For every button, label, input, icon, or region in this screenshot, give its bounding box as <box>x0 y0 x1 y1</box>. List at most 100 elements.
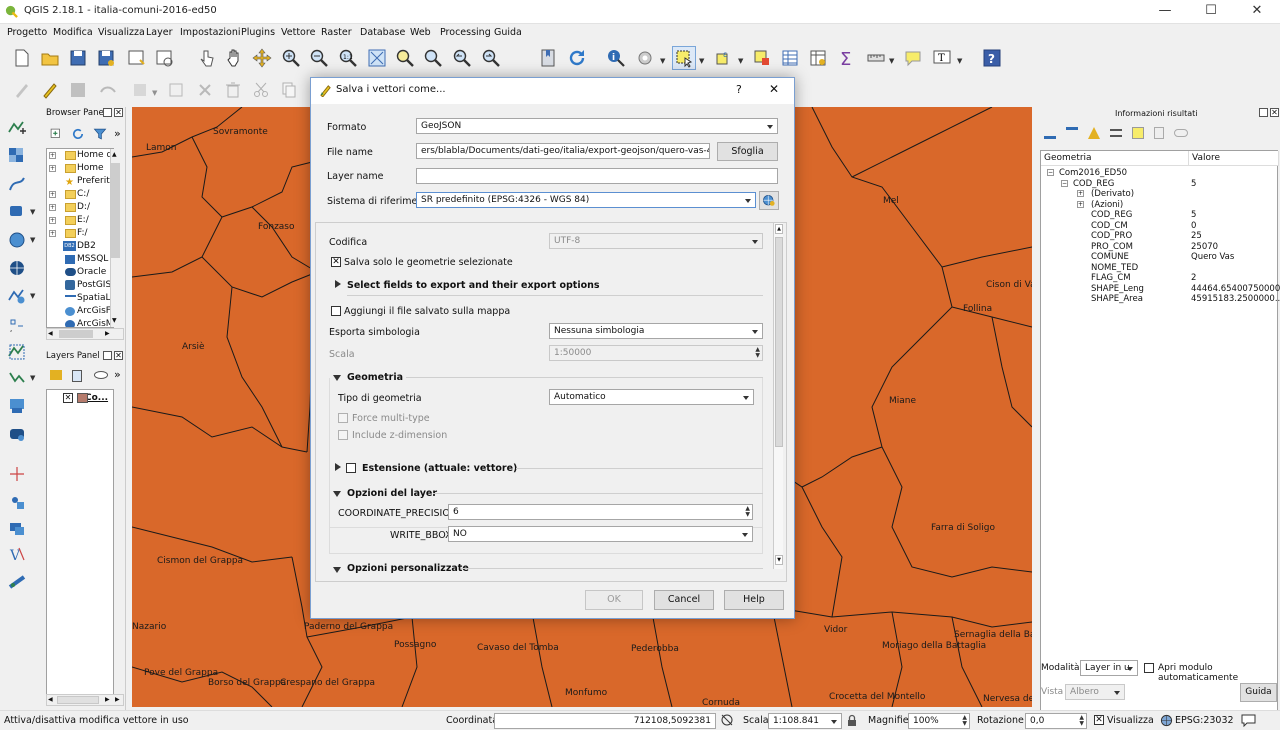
print-icon[interactable] <box>1174 129 1188 137</box>
add-group-icon[interactable] <box>72 370 82 382</box>
more-tools-icon[interactable]: » <box>114 368 121 381</box>
menu-modifica[interactable]: Modifica <box>53 27 93 38</box>
close-panel-icon[interactable]: ✕ <box>114 351 123 360</box>
layername-input[interactable] <box>416 168 778 184</box>
identify-features-icon[interactable]: i <box>604 46 628 70</box>
copy-features-icon[interactable] <box>277 78 301 102</box>
table-row[interactable]: COD_PRO 25 <box>1041 231 1279 242</box>
menu-raster[interactable]: Raster <box>321 27 352 38</box>
vista-select[interactable]: Albero <box>1065 684 1125 700</box>
list-item[interactable]: + Home di <box>47 149 113 162</box>
chevron-down-icon[interactable]: ▼ <box>30 374 38 382</box>
rotation-spinbox[interactable]: 0,0 ▲ ▼ <box>1025 713 1087 729</box>
new-project-icon[interactable] <box>10 46 34 70</box>
table-row[interactable]: COD_REG 5 <box>1041 210 1279 221</box>
guida-button[interactable]: Guida <box>1240 683 1277 702</box>
write-bbox-select[interactable]: NO <box>448 526 753 542</box>
float-panel-icon[interactable] <box>103 351 112 360</box>
add-selected-layer-icon[interactable] <box>46 124 66 144</box>
messages-icon[interactable] <box>1241 714 1256 727</box>
estensione-section[interactable]: Estensione (attuale: vettore) <box>362 463 517 474</box>
highlight-icon[interactable] <box>1132 127 1144 139</box>
list-item[interactable]: ★ Preferiti <box>47 175 113 188</box>
open-styling-icon[interactable] <box>50 370 62 380</box>
list-item[interactable]: + F:/ <box>47 227 113 240</box>
menu-impostazioni[interactable]: Impostazioni <box>180 27 241 38</box>
list-item[interactable]: SpatiaLi <box>47 292 113 305</box>
save-edits-icon[interactable] <box>66 78 90 102</box>
select-by-expression-icon[interactable]: ε <box>712 46 736 70</box>
zoom-out-icon[interactable] <box>307 46 331 70</box>
node-tool-icon[interactable] <box>164 78 188 102</box>
help-icon[interactable]: ? <box>980 46 1004 70</box>
expand-new-icon[interactable] <box>1088 127 1100 139</box>
menu-database[interactable]: Database <box>360 27 405 38</box>
formato-select[interactable]: GeoJSON <box>416 118 778 134</box>
table-row[interactable]: NOME_TED <box>1041 263 1279 274</box>
cancel-button[interactable]: Cancel <box>654 590 714 610</box>
save-project-icon[interactable] <box>66 46 90 70</box>
open-field-calculator-icon[interactable] <box>806 46 830 70</box>
coordinate-input[interactable]: 712108,5092381 <box>494 713 716 729</box>
scale-select[interactable]: 1:108.841 <box>768 713 842 729</box>
manage-visibility-icon[interactable] <box>94 371 108 379</box>
close-panel-icon[interactable]: ✕ <box>1270 108 1279 117</box>
col-value-header[interactable]: Valore <box>1189 151 1279 166</box>
chevron-right-icon[interactable] <box>335 280 341 288</box>
menu-guida[interactable]: Guida <box>494 27 522 38</box>
table-row[interactable]: SHAPE_Leng 44464.65400750000 <box>1041 284 1280 295</box>
coordinate-precision-spinbox[interactable]: 6 ▲ ▼ <box>448 504 753 520</box>
chevron-down-icon[interactable]: ▼ <box>30 236 38 244</box>
modalita-select[interactable]: Layer in u <box>1080 660 1138 676</box>
add-db2-layer-icon[interactable] <box>5 422 29 446</box>
map-tips-icon[interactable] <box>901 46 925 70</box>
add-feature-icon[interactable] <box>96 78 120 102</box>
menu-processing[interactable]: Processing <box>440 27 491 38</box>
crs-globe-icon[interactable] <box>1160 714 1173 727</box>
crs-picker-button[interactable] <box>759 191 779 210</box>
table-row[interactable]: SHAPE_Area 45915183.2500000... <box>1041 294 1280 305</box>
copy-feature-icon[interactable] <box>1154 127 1164 139</box>
zoom-last-icon[interactable] <box>450 46 474 70</box>
list-item[interactable]: PostGIS <box>47 279 113 292</box>
apri-modulo-checkbox[interactable] <box>1144 663 1154 673</box>
toggle-extents-icon[interactable] <box>720 713 734 727</box>
list-item[interactable]: + D:/ <box>47 201 113 214</box>
save-as-icon[interactable] <box>94 46 118 70</box>
toggle-editing-icon[interactable] <box>38 78 62 102</box>
list-item[interactable]: + E:/ <box>47 214 113 227</box>
chevron-down-icon[interactable] <box>333 567 341 573</box>
dialog-help-icon[interactable]: ? <box>736 83 742 96</box>
minimize-button[interactable]: — <box>1142 0 1188 24</box>
esporta-select[interactable]: Nessuna simbologia <box>549 323 763 339</box>
add-postgis-layer-icon[interactable] <box>5 200 29 224</box>
chevron-down-icon[interactable]: ▼ <box>30 292 38 300</box>
close-window-button[interactable]: ✕ <box>1234 0 1280 24</box>
capture-point-icon[interactable] <box>5 462 29 486</box>
current-edits-icon[interactable] <box>10 78 34 102</box>
force-multi-checkbox[interactable] <box>338 413 348 423</box>
refresh-browser-icon[interactable] <box>68 124 88 144</box>
float-panel-icon[interactable] <box>103 108 112 117</box>
zoom-native-icon[interactable]: 1:1 <box>336 46 360 70</box>
render-checkbox[interactable]: ✕ <box>1094 715 1104 725</box>
list-item[interactable]: DB2 DB2 <box>47 240 113 253</box>
add-raster-layer-icon[interactable] <box>5 144 29 168</box>
derivato-row[interactable]: + (Derivato) <box>1041 189 1279 200</box>
feature-row[interactable]: − COD_REG 5 <box>1041 179 1279 190</box>
opzioni-personalizzate-section[interactable]: Opzioni personalizzate <box>347 563 469 574</box>
add-virtual-layer-icon[interactable] <box>5 340 29 364</box>
sfoglia-button[interactable]: Sfoglia <box>717 142 778 161</box>
pan-map-icon[interactable] <box>222 46 246 70</box>
col-geometry-header[interactable]: Geometria <box>1041 151 1189 166</box>
crs-status[interactable]: EPSG:23032 <box>1175 715 1234 726</box>
mssql-layer-icon[interactable] <box>5 516 29 540</box>
aggiungi-checkbox[interactable] <box>331 306 341 316</box>
add-delimited-text-icon[interactable]: , <box>5 312 29 336</box>
filename-input[interactable]: ers/blabla/Documents/dati-geo/italia/exp… <box>416 143 710 159</box>
new-shapefile-icon[interactable] <box>5 366 29 390</box>
zoom-to-layer-icon[interactable] <box>421 46 445 70</box>
add-geonode-layer-icon[interactable] <box>5 570 29 594</box>
tree-root[interactable]: − Com2016_ED50 <box>1041 168 1279 179</box>
chevron-down-icon[interactable]: ▼ <box>957 57 965 65</box>
